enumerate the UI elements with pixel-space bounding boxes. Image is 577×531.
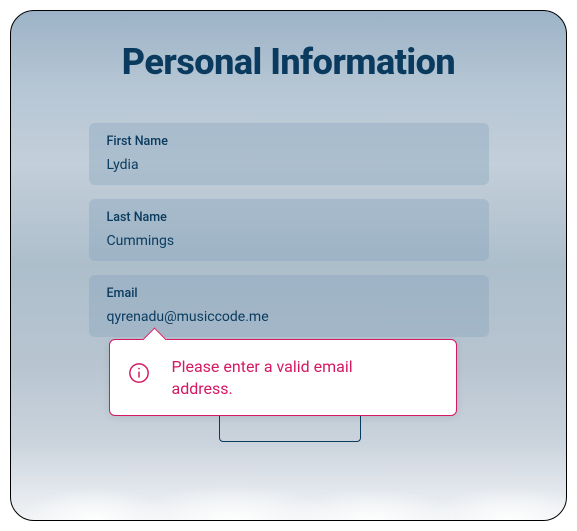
last-name-field[interactable]: Last Name <box>89 199 489 261</box>
error-message: Please enter a valid email address. <box>172 356 438 399</box>
last-name-input[interactable] <box>107 233 471 249</box>
email-label: Email <box>107 286 471 301</box>
error-tooltip: Please enter a valid email address. <box>109 339 457 416</box>
first-name-field[interactable]: First Name <box>89 123 489 185</box>
first-name-label: First Name <box>107 134 471 149</box>
last-name-label: Last Name <box>107 210 471 225</box>
info-icon <box>128 362 150 384</box>
email-input[interactable] <box>107 309 471 325</box>
page-title: Personal Information <box>11 11 566 83</box>
first-name-input[interactable] <box>107 157 471 173</box>
personal-info-form: First Name Last Name Email Please enter … <box>89 123 489 337</box>
form-window: Personal Information First Name Last Nam… <box>10 10 567 521</box>
email-field[interactable]: Email <box>89 275 489 337</box>
